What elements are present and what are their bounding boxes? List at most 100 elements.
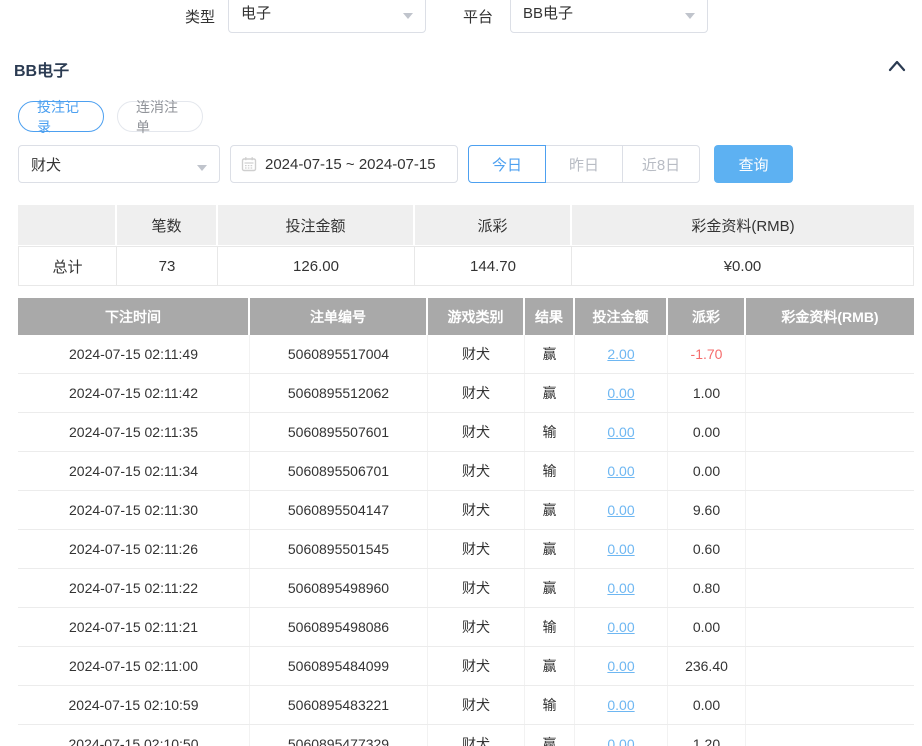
bet-time-cell: 2024-07-15 02:11:22 (18, 569, 250, 607)
bet-amount-link[interactable]: 2.00 (607, 346, 634, 362)
bet-amount-link[interactable]: 0.00 (607, 697, 634, 713)
bet-table-body: 2024-07-15 02:11:495060895517004财犬赢2.00-… (18, 335, 914, 746)
summary-header-blank (18, 205, 117, 245)
header-result: 结果 (525, 298, 575, 335)
bet-amount-link[interactable]: 0.00 (607, 580, 634, 596)
bet-amount-link[interactable]: 0.00 (607, 541, 634, 557)
game-type-cell: 财犬 (428, 335, 525, 373)
summary-total-row: 总计 73 126.00 144.70 ¥0.00 (18, 245, 914, 286)
payout-cell: 9.60 (668, 491, 746, 529)
bet-amount-link[interactable]: 0.00 (607, 463, 634, 479)
date-range-input[interactable]: 2024-07-15 ~ 2024-07-15 (230, 145, 458, 183)
table-row: 2024-07-15 02:11:305060895504147财犬赢0.009… (18, 491, 914, 530)
tab-label: 投注记录 (37, 97, 85, 137)
result-cell: 赢 (525, 725, 575, 746)
order-id-cell: 5060895477329 (250, 725, 428, 746)
bet-amount-cell: 0.00 (575, 608, 668, 646)
result-cell: 输 (525, 452, 575, 490)
result-cell: 赢 (525, 491, 575, 529)
range-last8days-button[interactable]: 近8日 (622, 145, 700, 183)
summary-header-bonus: 彩金资料(RMB) (572, 205, 914, 245)
bet-amount-link[interactable]: 0.00 (607, 658, 634, 674)
table-row: 2024-07-15 02:10:505060895477329财犬赢 0.00 1… (18, 725, 914, 746)
game-type-cell: 财犬 (428, 725, 525, 746)
bet-records-table: 下注时间 注单编号 游戏类别 结果 投注金额 派彩 彩金资料(RMB) 2024… (18, 298, 914, 746)
result-cell: 赢 (525, 374, 575, 412)
order-id-cell: 5060895506701 (250, 452, 428, 490)
game-type-cell: 财犬 (428, 530, 525, 568)
bonus-cell (746, 647, 914, 685)
section-title: BB电子 (14, 57, 69, 81)
bonus-cell (746, 413, 914, 451)
payout-cell: 0.80 (668, 569, 746, 607)
type-select[interactable]: 电子 (228, 0, 426, 33)
bonus-cell (746, 608, 914, 646)
payout-cell: 0.00 (668, 413, 746, 451)
table-row: 2024-07-15 02:11:345060895506701财犬输0.000… (18, 452, 914, 491)
bet-time-cell: 2024-07-15 02:10:50 (18, 725, 250, 746)
tab-cancelled-orders[interactable]: 连消注单 (117, 101, 203, 132)
payout-cell: 0.00 (668, 452, 746, 490)
platform-label: 平台 (463, 6, 493, 27)
bet-amount-cell: 0.00 (575, 725, 668, 746)
header-bonus: 彩金资料(RMB) (746, 298, 914, 335)
payout-cell: 0.00 (668, 686, 746, 724)
table-row: 2024-07-15 02:11:355060895507601财犬输0.000… (18, 413, 914, 452)
payout-cell: 0.60 (668, 530, 746, 568)
chevron-down-icon (403, 13, 413, 19)
bet-amount-link[interactable]: 0.00 (607, 619, 634, 635)
bet-amount-cell: 0.00 (575, 647, 668, 685)
bet-amount-cell: 0.00 (575, 374, 668, 412)
bet-amount-link[interactable]: 0.00 (607, 736, 634, 746)
tab-bet-records[interactable]: 投注记录 (18, 101, 104, 132)
game-type-cell: 财犬 (428, 647, 525, 685)
bet-time-cell: 2024-07-15 02:11:00 (18, 647, 250, 685)
collapse-section-button[interactable] (886, 56, 908, 78)
header-game-type: 游戏类别 (428, 298, 525, 335)
bet-amount-link[interactable]: 0.00 (607, 385, 634, 401)
quick-range-group: 今日 昨日 近8日 (468, 145, 700, 183)
summary-header-count: 笔数 (117, 205, 218, 245)
date-range-value: 2024-07-15 ~ 2024-07-15 (265, 156, 436, 173)
bet-time-cell: 2024-07-15 02:11:21 (18, 608, 250, 646)
query-button[interactable]: 查询 (714, 145, 793, 183)
order-id-cell: 5060895504147 (250, 491, 428, 529)
bet-amount-cell: 0.00 (575, 491, 668, 529)
bet-amount-cell: 0.00 (575, 530, 668, 568)
bet-amount-cell: 2.00 (575, 335, 668, 373)
chevron-down-icon (685, 13, 695, 19)
summary-table: 笔数 投注金额 派彩 彩金资料(RMB) 总计 73 126.00 144.70… (18, 205, 914, 286)
payout-cell: 0.00 (668, 608, 746, 646)
range-label: 昨日 (569, 154, 599, 175)
game-type-cell: 财犬 (428, 413, 525, 451)
result-cell: 赢 (525, 530, 575, 568)
bet-time-cell: 2024-07-15 02:11:49 (18, 335, 250, 373)
summary-total-count: 73 (117, 246, 218, 286)
game-select[interactable]: 财犬 (18, 145, 220, 183)
summary-header-payout: 派彩 (415, 205, 572, 245)
tab-label: 连消注单 (136, 97, 184, 137)
order-id-cell: 5060895512062 (250, 374, 428, 412)
calendar-icon (241, 156, 257, 172)
bet-amount-cell: 0.00 (575, 452, 668, 490)
summary-total-payout: 144.70 (415, 246, 572, 286)
order-id-cell: 5060895483221 (250, 686, 428, 724)
range-yesterday-button[interactable]: 昨日 (545, 145, 623, 183)
game-type-cell: 财犬 (428, 569, 525, 607)
range-today-button[interactable]: 今日 (468, 145, 546, 183)
range-label: 近8日 (642, 154, 680, 175)
bonus-cell (746, 491, 914, 529)
result-cell: 赢 (525, 569, 575, 607)
bet-amount-link[interactable]: 0.00 (607, 424, 634, 440)
platform-select-value: BB电子 (523, 2, 573, 23)
bonus-cell (746, 725, 914, 746)
platform-select[interactable]: BB电子 (510, 0, 708, 33)
bet-amount-link[interactable]: 0.00 (607, 502, 634, 518)
payout-cell: 1.20 (668, 725, 746, 746)
bet-time-cell: 2024-07-15 02:11:35 (18, 413, 250, 451)
filter-bar: 财犬 2024-07-15 ~ 2024-07-15 今日 昨日 近8日 (0, 145, 922, 183)
header-order-id: 注单编号 (250, 298, 428, 335)
table-row: 2024-07-15 02:11:225060895498960财犬赢0.000… (18, 569, 914, 608)
table-row: 2024-07-15 02:11:265060895501545财犬赢0.000… (18, 530, 914, 569)
summary-header-bet-amount: 投注金额 (218, 205, 415, 245)
